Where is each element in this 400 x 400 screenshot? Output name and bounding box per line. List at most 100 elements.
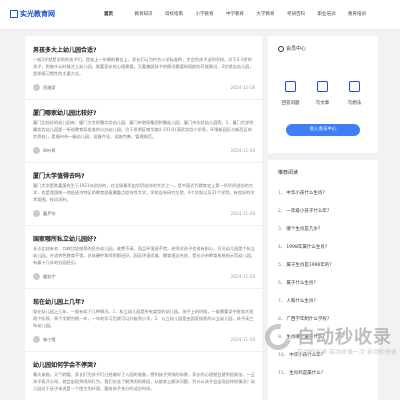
nav-item-primary[interactable]: 小学教育 <box>192 0 223 30</box>
article-meta: 四叶草 2024-11-18 <box>33 147 255 155</box>
recommended-text: 1998年属什么生肖? <box>286 245 328 250</box>
article-meta: 暖软宁 2024-11-18 <box>33 273 255 281</box>
recommended-num: 1、 <box>278 191 286 196</box>
article-list: 男孩多大上幼儿园合适? 一般3岁就是学前的孩子们，是幼上一年期的最佳上，家长们认… <box>25 36 262 400</box>
article-summary: 长沙比较有名、口碑比较推荐的民办幼儿园，收费不高，而且环境很不错，老师对孩子也很… <box>33 246 255 265</box>
article-date: 2024-11-18 <box>230 274 255 279</box>
user-center-card: 会员中心 回答问题 写文章 写想法 进入会员中心 <box>268 36 378 153</box>
recommended-num: 11、 <box>278 371 289 376</box>
recommended-item[interactable]: 1、中华小孩什么生肖? <box>278 190 372 196</box>
article-title[interactable]: 厦门大学值得去吗? <box>33 171 84 180</box>
article-summary: 厦门比较好的幼儿园有：厦门大学附属实验幼儿园、厦门市港丽集团附属幼儿园、厦门市实… <box>33 120 254 139</box>
recommended-num: 8、 <box>278 317 286 322</box>
recommended-text: 广西学年制什么学校? <box>286 317 330 322</box>
logo-text: 实光教育网 <box>20 10 55 18</box>
write-idea-button[interactable]: 写想法 <box>342 81 367 106</box>
recommended-num: 3、 <box>278 227 286 232</box>
recommended-item[interactable]: 7、人和什么生肖? <box>278 298 372 304</box>
write-idea-label: 写想法 <box>347 101 362 106</box>
user-center-heading: 会员中心 <box>278 45 306 52</box>
recommended-text: 属于什么生肖? <box>286 281 316 286</box>
recommended-text: 一年级小孩子什么年? <box>286 209 330 214</box>
recommended-item[interactable]: 8、广西学年制什么学校? <box>278 316 372 322</box>
recommended-num: 4、 <box>278 245 286 250</box>
recommended-text: 哪个生肖是几岁? <box>286 227 321 232</box>
nav-item-home[interactable]: 首页 <box>100 0 131 30</box>
article-summary: 现在幼儿园上几年，一般有如下几种情况，1、私立幼儿园是所有类型的幼儿园，孩子上的… <box>33 309 254 328</box>
article-title[interactable]: 厦门哪家幼儿园比较好? <box>33 108 96 117</box>
article-title[interactable]: 现在幼儿园上几年? <box>33 297 84 306</box>
answer-question-label: 回答问题 <box>281 101 300 106</box>
article-card[interactable]: 男孩多大上幼儿园合适? 一般3岁就是学前的孩子们，是幼上一年期的最佳上，家长们认… <box>25 36 262 100</box>
recommended-item[interactable]: 6、属于什么生肖? <box>278 280 372 286</box>
recommended-num: 10、 <box>278 353 289 358</box>
recommended-text: 生肖哪个属于什么? <box>286 335 325 340</box>
recommended-num: 7、 <box>278 299 286 304</box>
article-date: 2024-11-18 <box>230 211 255 216</box>
article-title[interactable]: 男孩多大上幼儿园合适? <box>33 45 96 54</box>
recommended-text: 中华小孩什么生肖? <box>286 191 325 196</box>
recommended-item[interactable]: 4、1998年属什么生肖? <box>278 244 372 250</box>
article-title[interactable]: 幼儿园如何学会不停哭? <box>33 360 96 369</box>
recommended-text: 人和什么生肖? <box>286 299 316 304</box>
recommended-item[interactable]: 5、属于生肖是1996年的? <box>278 262 372 268</box>
article-card[interactable]: 幼儿园如何学会不停哭? 春天来临，天气转暖，家长们为孩子们已经做好了入园的准备，… <box>25 352 262 400</box>
answer-question-button[interactable]: 回答问题 <box>278 81 303 106</box>
recommended-num: 6、 <box>278 281 286 286</box>
main-nav: 首页 教育知识 母校指南 小学教育 中学教育 大学教育 考研百科 职业培训 教育… <box>100 0 375 30</box>
article-card[interactable]: 国家哪所私立幼儿园好? 长沙比较有名、口碑比较推荐的民办幼儿园，收费不高，而且环… <box>25 226 262 289</box>
article-date: 2024-11-18 <box>230 85 255 90</box>
article-author[interactable]: 四叶草 <box>43 148 56 154</box>
idea-icon <box>349 81 360 92</box>
recommended-num: 2、 <box>278 209 286 214</box>
logo-icon <box>10 10 18 18</box>
recommended-item[interactable]: 10、中华小孩什么年? <box>278 352 372 358</box>
article-author[interactable]: 蘑芹你 <box>43 211 56 217</box>
article-card[interactable]: 厦门大学值得去吗? 厦门大学是陈嘉庚先生于1921年创办的，在全国最早由华侨创办… <box>25 163 262 226</box>
avatar <box>33 147 40 154</box>
enter-user-center-button[interactable]: 进入会员中心 <box>286 124 360 136</box>
article-author[interactable]: 暖软宁 <box>43 274 56 280</box>
nav-item-training[interactable]: 教育培训 <box>344 0 375 30</box>
recommended-item[interactable]: 2、一年级小孩子什么年? <box>278 208 372 214</box>
recommended-text: 属于生肖是1996年的? <box>286 263 332 268</box>
recommended-item[interactable]: 3、哪个生肖是几岁? <box>278 226 372 232</box>
article-date: 2024-11-18 <box>230 148 255 153</box>
article-card[interactable]: 现在幼儿园上几年? 现在幼儿园上几年，一般有如下几种情况，1、私立幼儿园是所有类… <box>25 289 262 352</box>
user-center-title: 会员中心 <box>286 46 307 52</box>
question-icon <box>285 81 296 92</box>
avatar <box>33 210 40 217</box>
nav-item-postgrad[interactable]: 考研百科 <box>283 0 314 30</box>
article-meta: 蘑芹你 2024-11-18 <box>33 210 255 218</box>
article-summary: 一般3岁就是学前的孩子们，是幼上一年期的最佳上，家长们认为符合入学标准的，才会把… <box>33 57 254 76</box>
article-author[interactable]: 咖小雪 <box>43 337 56 343</box>
article-summary: 春天来临，天气转暖，家长们为孩子们已经做好了入园的准备，想到孩子哭闹的场景，家长… <box>33 372 255 391</box>
article-meta: 咖小雪 2024-11-18 <box>33 336 255 344</box>
top-header: 实光教育网 首页 教育知识 母校指南 小学教育 中学教育 大学教育 考研百科 职… <box>0 0 400 30</box>
article-card[interactable]: 厦门哪家幼儿园比较好? 厦门比较好的幼儿园有：厦门大学附属实验幼儿园、厦门市港丽… <box>25 100 262 163</box>
article-title[interactable]: 国家哪所私立幼儿园好? <box>33 234 96 243</box>
avatar <box>33 273 40 280</box>
write-article-label: 写文章 <box>315 101 330 106</box>
avatar <box>33 336 40 343</box>
nav-item-university[interactable]: 大学教育 <box>253 0 284 30</box>
edit-icon <box>317 81 328 92</box>
recommended-num: 5、 <box>278 263 286 268</box>
article-author[interactable]: 西维家 <box>43 85 56 91</box>
recommended-title: 推荐阅读 <box>278 170 299 176</box>
recommended-num: 9、 <box>278 335 286 340</box>
recommended-text: 生肖鸡是属什么? <box>289 371 324 376</box>
recommended-reading: 推荐阅读 1、中华小孩什么生肖? 2、一年级小孩子什么年? 3、哪个生肖是几岁?… <box>268 160 378 400</box>
article-date: 2024-11-18 <box>230 337 255 342</box>
nav-item-school-guide[interactable]: 母校指南 <box>161 0 192 30</box>
site-logo[interactable]: 实光教育网 <box>10 9 55 19</box>
nav-item-secondary[interactable]: 中学教育 <box>222 0 253 30</box>
user-icon <box>278 45 284 52</box>
write-article-button[interactable]: 写文章 <box>310 81 335 106</box>
nav-item-edu-knowledge[interactable]: 教育知识 <box>131 0 162 30</box>
article-summary: 厦门大学是陈嘉庚先生于1921年创办的，在全国最早由华侨创办的大学之一，是中国近… <box>33 183 255 202</box>
nav-item-vocational[interactable]: 职业培训 <box>314 0 345 30</box>
recommended-item[interactable]: 9、生肖哪个属于什么? <box>278 334 372 340</box>
recommended-item[interactable]: 11、生肖鸡是属什么? <box>278 370 372 376</box>
article-meta: 西维家 2024-11-18 <box>33 84 255 92</box>
